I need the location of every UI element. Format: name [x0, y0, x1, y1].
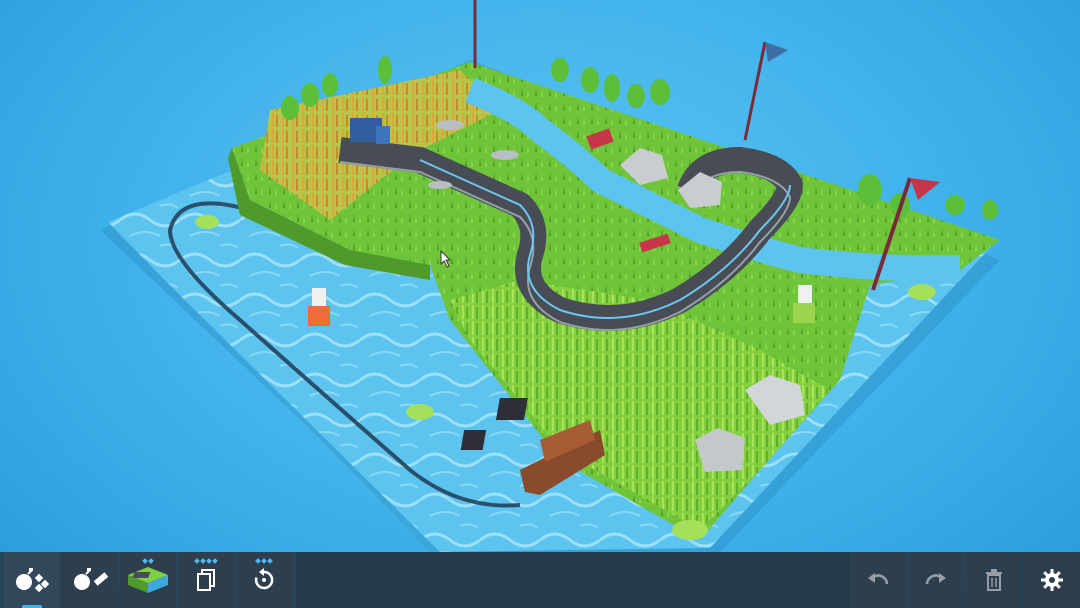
- game-viewport[interactable]: [0, 0, 1080, 552]
- redo-button[interactable]: [908, 552, 964, 608]
- undo-icon: [868, 573, 889, 585]
- bomb-tiles-button[interactable]: [4, 552, 60, 608]
- bomb-road-icon: [74, 568, 109, 590]
- toolbar-spacer: [296, 552, 850, 608]
- level-dots: [236, 555, 292, 564]
- trash-icon: [986, 569, 1002, 591]
- mouse-cursor-icon: [440, 250, 452, 268]
- settings-button[interactable]: [1024, 552, 1080, 608]
- level-dots: [178, 555, 234, 564]
- bottom-toolbar: [0, 552, 1080, 608]
- rotate-icon: [254, 568, 274, 590]
- diorama-scene[interactable]: [0, 0, 1080, 552]
- level-dots: [120, 555, 176, 564]
- bomb-tiles-icon: [16, 568, 50, 593]
- copy-icon: [197, 569, 215, 591]
- undo-button[interactable]: [850, 552, 906, 608]
- settings-gear-icon: [1041, 569, 1063, 591]
- tool-group: [4, 552, 294, 608]
- action-group: [848, 552, 1080, 608]
- copy-button[interactable]: [178, 552, 234, 608]
- delete-button[interactable]: [966, 552, 1022, 608]
- bomb-road-button[interactable]: [62, 552, 118, 608]
- terrain-block-icon: [128, 567, 168, 593]
- terrain-block-button[interactable]: [120, 552, 176, 608]
- rotate-button[interactable]: [236, 552, 292, 608]
- redo-icon: [925, 573, 946, 585]
